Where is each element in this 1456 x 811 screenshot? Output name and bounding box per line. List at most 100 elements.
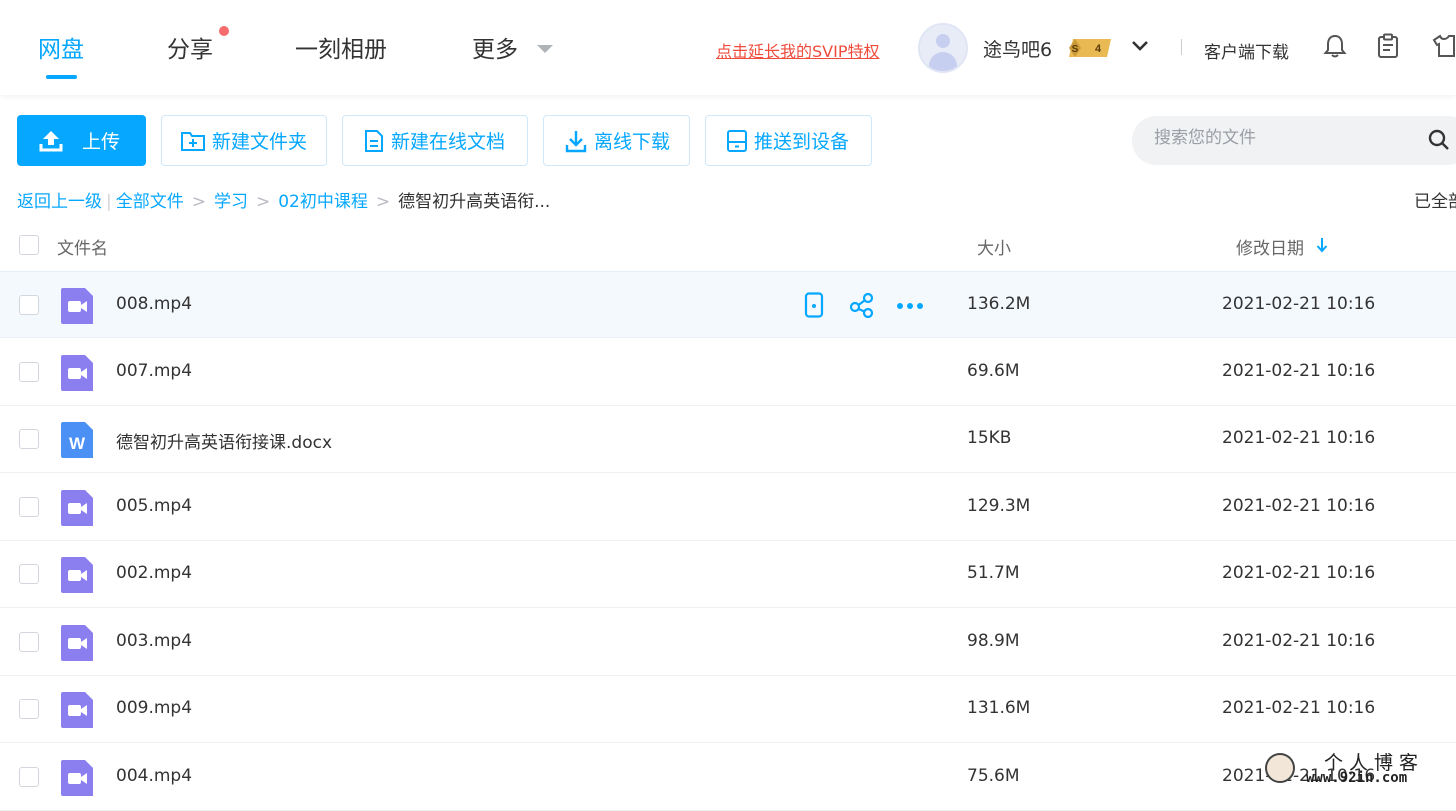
offline-download-label: 离线下载	[594, 131, 671, 153]
file-size: 98.9M	[967, 630, 1020, 651]
load-status-text: 已全部	[1414, 192, 1456, 212]
row-checkbox[interactable]	[19, 766, 39, 787]
row-checkbox[interactable]	[19, 564, 39, 584]
active-tab-indicator	[46, 75, 77, 79]
share-icon[interactable]	[849, 292, 875, 318]
table-row[interactable]: 008.mp4 136.2M 2021-02-21 10:16	[0, 271, 1456, 338]
table-row[interactable]: 003.mp4 98.9M 2021-02-21 10:16	[0, 609, 1456, 676]
upload-label: 上传	[82, 131, 121, 153]
chevron-down-icon[interactable]	[1130, 36, 1150, 56]
push-to-device-button[interactable]: 推送到设备	[705, 115, 872, 166]
vip-level-badge: S 4	[1069, 39, 1111, 57]
svg-text:W: W	[69, 434, 86, 453]
upload-button[interactable]: 上传	[17, 115, 146, 166]
file-name[interactable]: 002.mp4	[116, 563, 192, 583]
file-modified-date: 2021-02-21 10:16	[1222, 630, 1376, 651]
folder-plus-icon	[181, 131, 205, 151]
breadcrumb-back-link[interactable]: 返回上一级	[17, 192, 102, 212]
file-size: 136.2M	[967, 294, 1031, 314]
push-to-device-label: 推送到设备	[754, 131, 850, 153]
file-name[interactable]: 005.mp4	[116, 496, 192, 516]
table-row[interactable]: 004.mp4 75.6M 2021-02-21 10:16	[0, 744, 1456, 811]
video-file-icon	[61, 759, 93, 796]
file-size: 129.3M	[967, 495, 1031, 516]
table-row[interactable]: W 德智初升高英语衔接课.docx 15KB 2021-02-21 10:16	[0, 406, 1456, 473]
svg-text:S: S	[1072, 44, 1079, 55]
file-name[interactable]: 008.mp4	[116, 294, 192, 314]
column-header-name[interactable]: 文件名	[57, 234, 108, 259]
breadcrumb-separator: >	[255, 192, 271, 212]
video-file-icon	[61, 489, 93, 526]
row-checkbox[interactable]	[19, 631, 39, 652]
breadcrumb-item-study[interactable]: 学习	[214, 192, 248, 212]
row-checkbox[interactable]	[19, 361, 39, 382]
new-online-doc-button[interactable]: 新建在线文档	[342, 115, 528, 166]
table-row[interactable]: 009.mp4 131.6M 2021-02-21 10:16	[0, 676, 1456, 743]
svip-extend-link[interactable]: 点击延长我的SVIP特权	[716, 38, 879, 62]
divider	[1181, 39, 1182, 55]
file-modified-date: 2021-02-21 10:16	[1222, 698, 1376, 718]
avatar[interactable]	[918, 23, 968, 73]
clipboard-icon[interactable]	[1376, 33, 1400, 59]
new-online-doc-label: 新建在线文档	[391, 131, 506, 153]
row-checkbox[interactable]	[19, 429, 39, 449]
watermark-url: www.92in.com	[1306, 770, 1408, 786]
file-size: 75.6M	[967, 765, 1020, 786]
search-box	[1132, 116, 1456, 165]
watermark: 个人博客 www.92in.com	[1262, 748, 1456, 790]
row-checkbox[interactable]	[19, 699, 39, 719]
video-file-icon	[61, 557, 93, 593]
tab-moment-album[interactable]: 一刻相册	[295, 30, 387, 64]
notification-dot	[219, 26, 229, 36]
more-caret-icon[interactable]	[537, 45, 553, 53]
top-navigation-bar: 网盘 分享 一刻相册 更多 点击延长我的SVIP特权 途鸟吧6 S 4 客户端下…	[0, 0, 1456, 95]
new-folder-button[interactable]: 新建文件夹	[161, 115, 327, 166]
file-name[interactable]: 004.mp4	[116, 766, 192, 786]
search-input[interactable]	[1154, 128, 1414, 148]
client-download-link[interactable]: 客户端下载	[1204, 38, 1289, 63]
file-modified-date: 2021-02-21 10:16	[1222, 294, 1376, 314]
document-icon	[365, 129, 383, 152]
video-file-icon	[61, 624, 93, 661]
row-checkbox[interactable]	[19, 295, 39, 315]
video-file-icon	[61, 288, 93, 324]
breadcrumb-item-all-files[interactable]: 全部文件	[116, 192, 184, 212]
tshirt-icon[interactable]	[1432, 33, 1456, 59]
column-header-size[interactable]: 大小	[977, 234, 1011, 259]
file-name[interactable]: 009.mp4	[116, 698, 192, 718]
username[interactable]: 途鸟吧6	[983, 35, 1052, 62]
table-row[interactable]: 005.mp4 129.3M 2021-02-21 10:16	[0, 474, 1456, 541]
search-icon[interactable]	[1428, 129, 1450, 151]
breadcrumb-current: 德智初升高英语衔...	[398, 192, 551, 212]
push-device-icon[interactable]	[804, 292, 824, 318]
file-modified-date: 2021-02-21 10:16	[1222, 495, 1376, 516]
file-name[interactable]: 003.mp4	[116, 631, 192, 651]
breadcrumb-item-middle-school[interactable]: 02初中课程	[278, 192, 368, 212]
offline-download-button[interactable]: 离线下载	[543, 115, 690, 166]
upload-icon	[39, 130, 63, 151]
new-folder-label: 新建文件夹	[212, 131, 308, 153]
breadcrumb: 返回上一级 | 全部文件 > 学习 >02初中课程 > 德智初升高英语衔...	[17, 187, 550, 212]
breadcrumb-divider: |	[106, 192, 112, 212]
table-row[interactable]: 007.mp4 69.6M 2021-02-21 10:16	[0, 339, 1456, 406]
tab-share[interactable]: 分享	[167, 30, 213, 64]
table-row[interactable]: 002.mp4 51.7M 2021-02-21 10:16	[0, 541, 1456, 608]
video-file-icon	[61, 692, 93, 728]
tab-more[interactable]: 更多	[472, 30, 518, 64]
file-name[interactable]: 007.mp4	[116, 361, 192, 381]
table-header: 文件名 大小 修改日期	[0, 220, 1456, 270]
more-options-icon[interactable]	[896, 292, 924, 318]
bell-icon[interactable]	[1322, 33, 1348, 59]
breadcrumb-separator: >	[191, 192, 206, 212]
row-checkbox[interactable]	[19, 496, 39, 517]
column-header-modified[interactable]: 修改日期	[1236, 234, 1304, 259]
file-modified-date: 2021-02-21 10:16	[1222, 360, 1376, 381]
tab-netdisk[interactable]: 网盘	[38, 30, 84, 64]
file-size: 131.6M	[967, 698, 1031, 718]
file-size: 15KB	[967, 428, 1012, 448]
breadcrumb-separator: >	[375, 192, 391, 212]
select-all-checkbox[interactable]	[19, 235, 39, 255]
cartoon-face-icon	[1265, 753, 1295, 783]
sort-desc-arrow-icon[interactable]	[1316, 237, 1328, 253]
file-name[interactable]: 德智初升高英语衔接课.docx	[116, 428, 332, 453]
